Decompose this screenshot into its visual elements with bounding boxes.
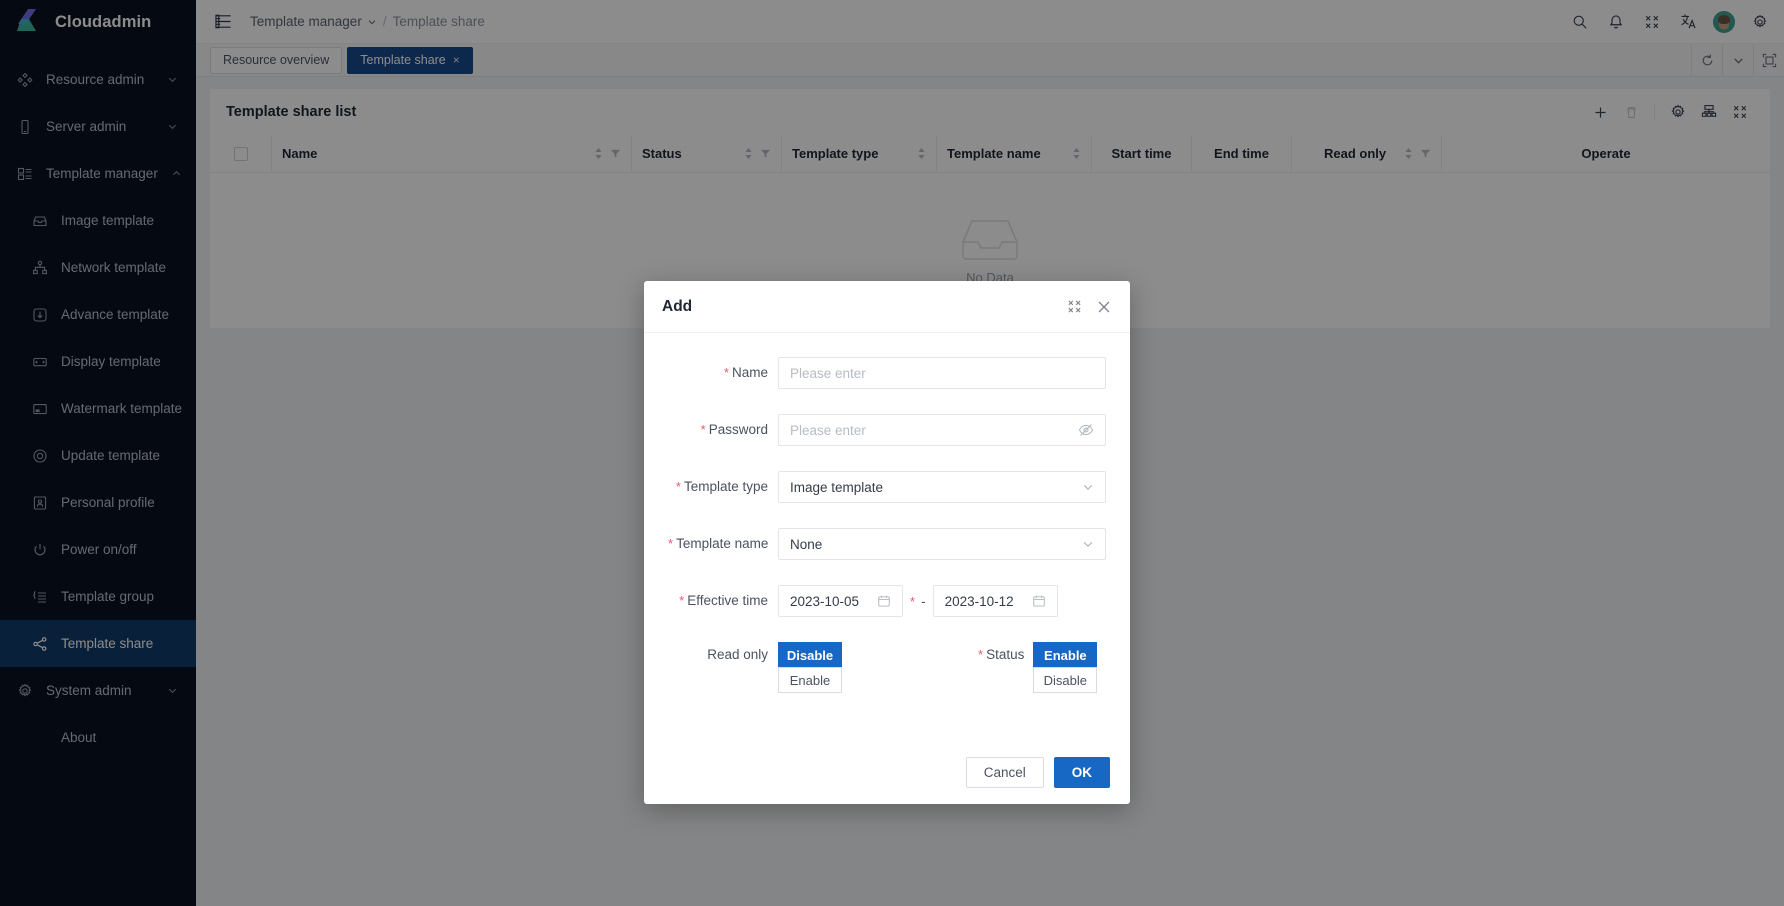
- dialog-header-actions: [1067, 299, 1112, 315]
- status-radio-group: Enable Disable: [1033, 642, 1098, 693]
- chevron-down-icon[interactable]: [1082, 481, 1094, 493]
- dialog-body: * Name Please enter * Password Please ente…: [644, 333, 1130, 721]
- template-name-select[interactable]: None: [778, 528, 1106, 560]
- field-row-password: * Password Please enter: [668, 414, 1106, 446]
- required-marker: *: [679, 593, 685, 608]
- label-text: Status: [986, 647, 1025, 662]
- field-row-template-name: * Template name None: [668, 528, 1106, 560]
- required-marker: *: [978, 647, 984, 662]
- required-marker: *: [700, 422, 706, 437]
- dialog-title: Add: [662, 297, 693, 315]
- template-type-field-control: Image template: [778, 471, 1106, 503]
- field-row-template-type: * Template type Image template: [668, 471, 1106, 503]
- option-label: Disable: [1043, 672, 1088, 688]
- template-name-field-control: None: [778, 528, 1106, 560]
- dialog-header: Add: [644, 281, 1130, 333]
- label-text: Effective time: [687, 593, 768, 608]
- required-marker: *: [675, 479, 681, 494]
- option-label: Enable: [789, 672, 831, 688]
- read-only-status-row: Disable Enable * Status Enable Disable: [778, 642, 1106, 693]
- label-text: Template name: [676, 536, 769, 551]
- option-label: Disable: [786, 647, 834, 663]
- label-text: Name: [731, 365, 768, 380]
- modal-close-icon[interactable]: [1096, 299, 1112, 315]
- password-input-placeholder: Please enter: [790, 422, 866, 438]
- app-root: Cloudadmin Resource admin Server admin T…: [0, 0, 1784, 906]
- option-label: Enable: [1044, 647, 1087, 663]
- template-type-value: Image template: [790, 479, 884, 495]
- add-template-share-dialog: Add * Name Please enter * Password Pleas…: [644, 281, 1130, 804]
- read-only-radio-group: Disable Enable: [778, 642, 842, 693]
- password-field-control: Please enter: [778, 414, 1106, 446]
- calendar-icon[interactable]: [877, 594, 891, 608]
- effective-time-field-label: * Effective time: [668, 585, 778, 617]
- template-name-value: None: [790, 536, 823, 552]
- effective-time-control: 2023-10-05 * - 2023-10-12: [778, 585, 1106, 617]
- template-type-select[interactable]: Image template: [778, 471, 1106, 503]
- effective-end-date-input[interactable]: 2023-10-12: [932, 585, 1058, 617]
- password-input[interactable]: Please enter: [778, 414, 1106, 446]
- name-field-label: * Name: [668, 357, 778, 389]
- status-option-disable[interactable]: Disable: [1033, 667, 1098, 693]
- ok-button[interactable]: OK: [1053, 757, 1110, 788]
- effective-start-date-input[interactable]: 2023-10-05: [778, 585, 903, 617]
- required-marker: *: [668, 536, 674, 551]
- name-input[interactable]: Please enter: [778, 357, 1106, 389]
- read-only-option-disable[interactable]: Disable: [778, 642, 842, 668]
- template-name-field-label: * Template name: [668, 528, 778, 560]
- name-field-control: Please enter: [778, 357, 1106, 389]
- label-text: Read only: [707, 647, 768, 662]
- read-only-option-enable[interactable]: Enable: [778, 667, 842, 693]
- name-input-placeholder: Please enter: [790, 365, 866, 381]
- field-row-readonly-status: Read only Disable Enable * Status Enable…: [668, 642, 1106, 693]
- status-field-label: * Status: [978, 642, 1033, 668]
- password-field-label: * Password: [668, 414, 778, 446]
- eye-off-icon[interactable]: [1078, 422, 1094, 438]
- cancel-button[interactable]: Cancel: [965, 757, 1044, 788]
- status-option-enable[interactable]: Enable: [1033, 642, 1098, 668]
- date-range-separator: * -: [903, 594, 933, 609]
- required-marker: *: [723, 365, 729, 380]
- label-text: Template type: [683, 479, 768, 494]
- template-type-field-label: * Template type: [668, 471, 778, 503]
- separator-text: -: [921, 593, 926, 609]
- required-marker: *: [910, 593, 916, 609]
- modal-maximize-icon[interactable]: [1067, 299, 1082, 314]
- read-only-field-label: Read only: [668, 642, 778, 668]
- chevron-down-icon[interactable]: [1082, 538, 1094, 550]
- calendar-icon[interactable]: [1032, 594, 1046, 608]
- dialog-footer: Cancel OK: [644, 721, 1130, 804]
- status-field: * Status Enable Disable: [978, 642, 1098, 693]
- field-row-name: * Name Please enter: [668, 357, 1106, 389]
- label-text: Password: [708, 422, 768, 437]
- field-row-effective-time: * Effective time 2023-10-05 * - 2023-10-…: [668, 585, 1106, 617]
- effective-end-date-value: 2023-10-12: [944, 593, 1014, 609]
- effective-start-date-value: 2023-10-05: [790, 593, 860, 609]
